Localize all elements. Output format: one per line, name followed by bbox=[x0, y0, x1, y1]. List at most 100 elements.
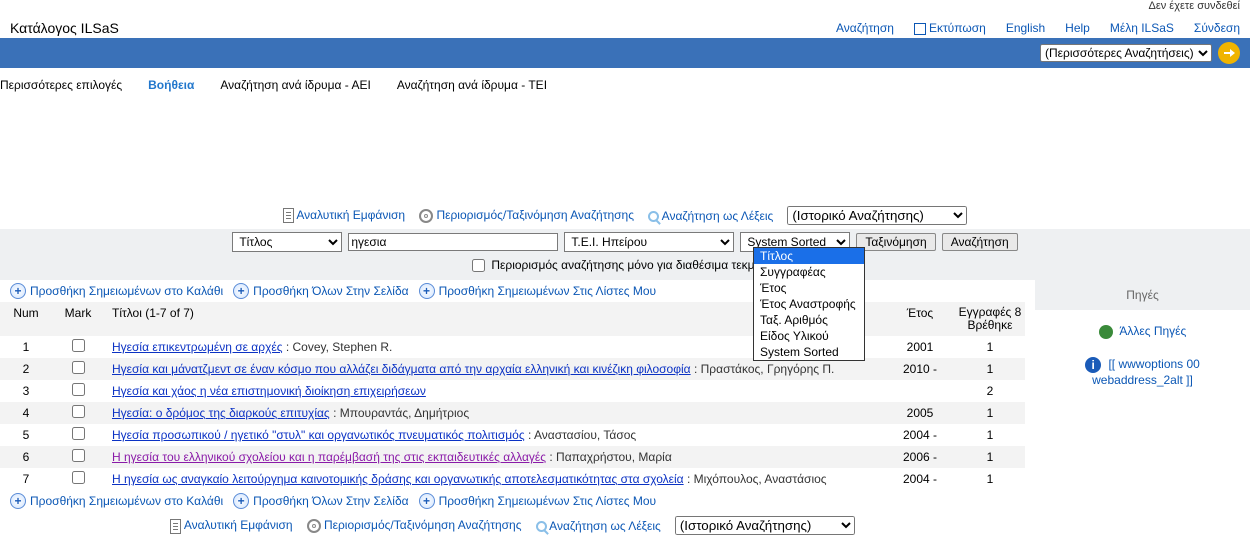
limit-checkbox[interactable] bbox=[472, 259, 485, 272]
detailed-view-link[interactable]: Αναλυτική Εμφάνιση bbox=[283, 208, 405, 223]
document-icon bbox=[283, 208, 294, 223]
table-row: 1 Ηγεσία επικεντρωμένη σε αρχές : Covey, … bbox=[0, 336, 1025, 358]
sort-button[interactable]: Ταξινόμηση bbox=[856, 233, 935, 251]
table-row: 2Ηγεσία και μάνατζμεντ σε έναν κόσμο που… bbox=[0, 358, 1025, 380]
row-checkbox[interactable] bbox=[72, 427, 85, 440]
plus-icon: + bbox=[233, 493, 249, 509]
subnav-search-aei[interactable]: Αναζήτηση ανά ίδρυμα - ΑΕΙ bbox=[220, 78, 370, 92]
subnav-more-options[interactable]: Περισσότερες επιλογές bbox=[0, 78, 122, 92]
magnifier-icon bbox=[536, 521, 547, 532]
wwwoptions-link[interactable]: [[ wwwoptions 00 webaddress_2alt ]] bbox=[1092, 357, 1200, 387]
add-marked-lists-bottom[interactable]: +Προσθήκη Σημειωμένων Στις Λίστες Μου bbox=[419, 493, 657, 509]
add-marked-lists[interactable]: +Προσθήκη Σημειωμένων Στις Λίστες Μου bbox=[419, 283, 657, 299]
plus-icon: + bbox=[233, 283, 249, 299]
sort-option[interactable]: Έτος Αναστροφής bbox=[754, 296, 864, 312]
row-records: 1 bbox=[955, 472, 1025, 486]
query-input[interactable] bbox=[348, 233, 558, 251]
login-status: Δεν έχετε συνδεθεί bbox=[1149, 0, 1241, 12]
row-author: : Πραστάκος, Γρηγόρης Π. bbox=[694, 362, 834, 376]
nav-members[interactable]: Μέλη ILSaS bbox=[1110, 21, 1174, 35]
row-author: : Μιχόπουλος, Αναστάσιος bbox=[687, 472, 827, 486]
search-words-link[interactable]: Αναζήτηση ως Λέξεις bbox=[648, 209, 773, 223]
more-searches-select[interactable]: (Περισσότερες Αναζητήσεις) bbox=[1040, 44, 1212, 62]
row-title-link[interactable]: Ηγεσία: ο δρόμος της διαρκούς επιτυχίας bbox=[112, 406, 330, 420]
row-num: 3 bbox=[0, 384, 52, 398]
sort-option[interactable]: Έτος bbox=[754, 280, 864, 296]
nav-search[interactable]: Αναζήτηση bbox=[836, 21, 894, 35]
row-title-link[interactable]: Ηγεσία και χάος η νέα επιστημονική διοίκ… bbox=[112, 384, 426, 398]
nav-help[interactable]: Help bbox=[1065, 21, 1090, 35]
nav-print[interactable]: Εκτύπωση bbox=[914, 21, 986, 35]
subnav-help[interactable]: Βοήθεια bbox=[148, 78, 194, 92]
row-title-link[interactable]: Η ηγεσία του ελληνικού σχολείου και η πα… bbox=[112, 450, 546, 464]
nav-english[interactable]: English bbox=[1006, 21, 1045, 35]
search-words-link-bottom[interactable]: Αναζήτηση ως Λέξεις bbox=[536, 519, 661, 533]
plus-icon: + bbox=[10, 283, 26, 299]
add-marked-cart[interactable]: +Προσθήκη Σημειωμένων στο Καλάθι bbox=[10, 283, 223, 299]
limit-label: Περιορισμός αναζήτησης μόνο για διαθέσιμ… bbox=[491, 258, 777, 272]
subnav-search-tei[interactable]: Αναζήτηση ανά ίδρυμα - ΤΕΙ bbox=[397, 78, 547, 92]
row-checkbox[interactable] bbox=[72, 405, 85, 418]
field-select[interactable]: Τίτλος bbox=[232, 232, 342, 252]
row-author: : Παπαχρήστου, Μαρία bbox=[549, 450, 671, 464]
scope-select[interactable]: Τ.Ε.Ι. Ηπείρου bbox=[564, 232, 734, 252]
row-records: 1 bbox=[955, 362, 1025, 376]
row-year: 2004 - bbox=[885, 428, 955, 442]
table-row: 3 Ηγεσία και χάος η νέα επιστημονική διοί… bbox=[0, 380, 1025, 402]
row-year: 2005 bbox=[885, 406, 955, 420]
other-sources-link[interactable]: Άλλες Πηγές bbox=[1119, 324, 1186, 338]
col-records-header: Εγγραφές 8 Βρέθηκε bbox=[955, 306, 1025, 332]
plus-icon: + bbox=[419, 283, 435, 299]
row-checkbox[interactable] bbox=[72, 361, 85, 374]
history-select-bottom[interactable]: (Ιστορικό Αναζήτησης) bbox=[675, 516, 855, 535]
add-marked-cart-bottom[interactable]: +Προσθήκη Σημειωμένων στο Καλάθι bbox=[10, 493, 223, 509]
row-title-link[interactable]: Ηγεσία προσωπικού / ηγετικό "στυλ" και ο… bbox=[112, 428, 525, 442]
row-author: : Covey, Stephen R. bbox=[286, 340, 393, 354]
magnifier-icon bbox=[648, 211, 659, 222]
row-author: : Αναστασίου, Τάσος bbox=[528, 428, 636, 442]
row-num: 4 bbox=[0, 406, 52, 420]
go-button[interactable] bbox=[1218, 42, 1240, 64]
gear-icon bbox=[419, 209, 433, 223]
sort-option[interactable]: System Sorted bbox=[754, 344, 864, 360]
sort-dropdown[interactable]: ΤίτλοςΣυγγραφέαςΈτοςΈτος ΑναστροφήςΤαξ. … bbox=[753, 247, 865, 361]
detailed-view-link-bottom[interactable]: Αναλυτική Εμφάνιση bbox=[170, 518, 292, 533]
table-row: 5 Ηγεσία προσωπικού / ηγετικό "στυλ" και … bbox=[0, 424, 1025, 446]
col-year-header: Έτος bbox=[885, 306, 955, 332]
plus-icon: + bbox=[10, 493, 26, 509]
limit-sort-link[interactable]: Περιορισμός/Ταξινόμηση Αναζήτησης bbox=[419, 208, 634, 223]
row-title-link[interactable]: Ηγεσία και μάνατζμεντ σε έναν κόσμο που … bbox=[112, 362, 691, 376]
row-num: 1 bbox=[0, 340, 52, 354]
row-records: 2 bbox=[955, 384, 1025, 398]
row-year: 2010 - bbox=[885, 362, 955, 376]
row-year: 2001 bbox=[885, 340, 955, 354]
info-icon: i bbox=[1085, 357, 1101, 373]
search-button[interactable]: Αναζήτηση bbox=[942, 233, 1018, 251]
sort-option[interactable]: Τίτλος bbox=[754, 248, 864, 264]
sort-option[interactable]: Συγγραφέας bbox=[754, 264, 864, 280]
sources-panel-title: Πηγές bbox=[1035, 280, 1250, 310]
add-all-page[interactable]: +Προσθήκη Όλων Στην Σελίδα bbox=[233, 283, 408, 299]
row-records: 1 bbox=[955, 428, 1025, 442]
row-title-link[interactable]: Ηγεσία επικεντρωμένη σε αρχές bbox=[112, 340, 283, 354]
row-num: 5 bbox=[0, 428, 52, 442]
add-all-page-bottom[interactable]: +Προσθήκη Όλων Στην Σελίδα bbox=[233, 493, 408, 509]
sort-option[interactable]: Ταξ. Αριθμός bbox=[754, 312, 864, 328]
row-checkbox[interactable] bbox=[72, 471, 85, 484]
row-checkbox[interactable] bbox=[72, 449, 85, 462]
printer-icon bbox=[914, 23, 926, 35]
history-select[interactable]: (Ιστορικό Αναζήτησης) bbox=[787, 206, 967, 225]
row-checkbox[interactable] bbox=[72, 383, 85, 396]
row-num: 6 bbox=[0, 450, 52, 464]
row-title-link[interactable]: Η ηγεσία ως αναγκαίο λειτούργημα καινοτο… bbox=[112, 472, 684, 486]
row-checkbox[interactable] bbox=[72, 339, 85, 352]
limit-sort-link-bottom[interactable]: Περιορισμός/Ταξινόμηση Αναζήτησης bbox=[307, 518, 522, 533]
document-icon bbox=[170, 519, 181, 534]
plus-icon: + bbox=[419, 493, 435, 509]
col-num-header: Num bbox=[0, 306, 52, 332]
table-row: 7 Η ηγεσία ως αναγκαίο λειτούργημα καινοτ… bbox=[0, 468, 1025, 490]
nav-login[interactable]: Σύνδεση bbox=[1194, 21, 1240, 35]
app-logo: Κατάλογος ILSaS bbox=[10, 20, 119, 36]
sort-option[interactable]: Είδος Υλικού bbox=[754, 328, 864, 344]
row-num: 7 bbox=[0, 472, 52, 486]
